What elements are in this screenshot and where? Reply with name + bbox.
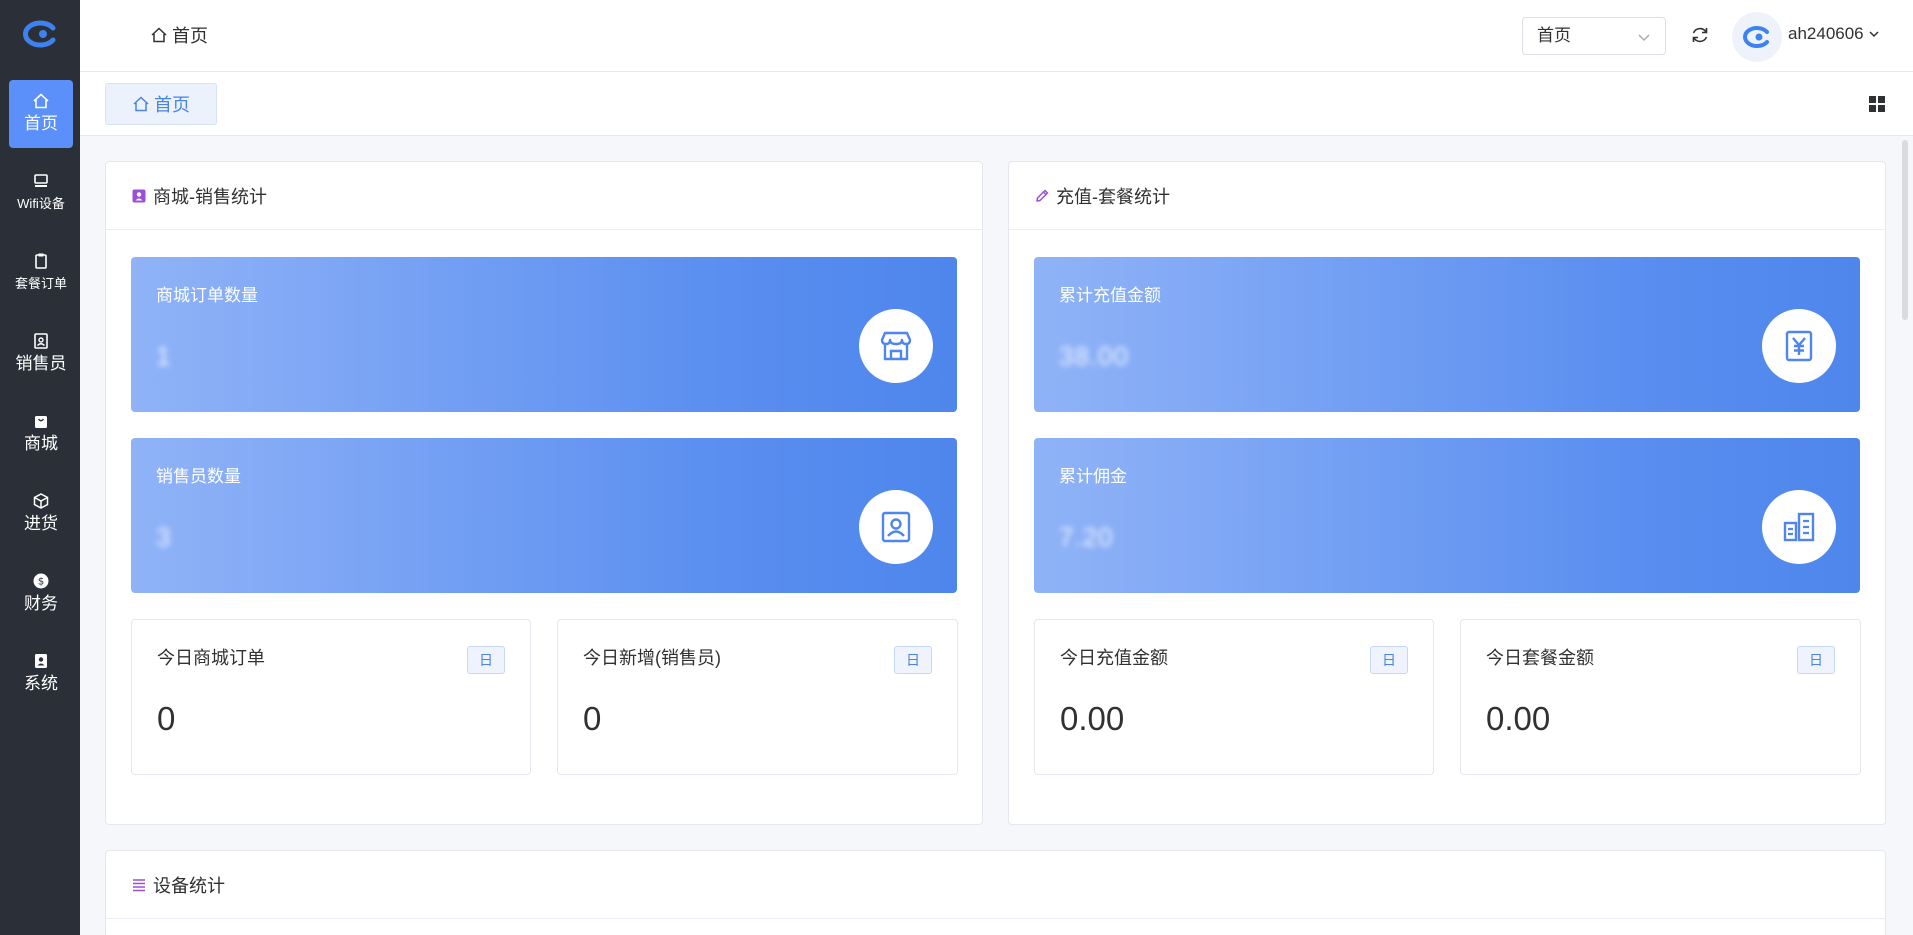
clipboard-icon	[35, 253, 47, 269]
sidebar-item-label: Wifi设备	[17, 196, 65, 211]
sidebar-item-label: 系统	[24, 674, 58, 693]
sidebar: 首页 Wifi设备 套餐订单 销售员 商城 进货 $ 财务 系统	[0, 0, 80, 935]
home-icon	[133, 96, 149, 112]
card-icon-circle	[1762, 490, 1836, 564]
sidebar-item-label: 套餐订单	[14, 276, 67, 291]
user-badge-icon	[132, 189, 146, 202]
svg-text:$: $	[38, 577, 44, 588]
coin-icon: $	[33, 573, 49, 589]
page-select-value: 首页	[1537, 26, 1571, 45]
sidebar-item-label: 进货	[24, 514, 58, 533]
stat-value: 0	[583, 700, 602, 737]
box-icon	[33, 493, 49, 509]
sidebar-item-salesperson[interactable]: 销售员	[9, 320, 73, 388]
contact-icon	[881, 511, 911, 543]
top-header: 首页 首页 ah240606	[80, 0, 1913, 72]
pencil-icon	[1036, 189, 1049, 202]
panel-title: 设备统计	[153, 875, 225, 896]
sidebar-item-label: 商城	[24, 434, 58, 453]
day-badge: 日	[1797, 646, 1835, 674]
stat-today-recharge-amount: 今日充值金额 日 0.00	[1034, 619, 1434, 775]
user-menu[interactable]: ah240606	[1788, 24, 1880, 44]
panel-header: 设备统计	[106, 851, 1885, 919]
card-title: 销售员数量	[156, 467, 241, 486]
breadcrumb-label: 首页	[172, 26, 208, 46]
stat-title: 今日商城订单	[157, 648, 265, 668]
sidebar-item-wifi-devices[interactable]: Wifi设备	[9, 160, 73, 228]
username: ah240606	[1788, 24, 1864, 43]
sidebar-item-label: 财务	[24, 594, 58, 613]
day-badge: 日	[894, 646, 932, 674]
card-value: 7.20	[1059, 522, 1114, 552]
card-value: 38.00	[1059, 341, 1130, 371]
monitor-icon	[34, 174, 48, 187]
sidebar-item-home[interactable]: 首页	[9, 80, 73, 148]
stat-card-salesperson-count: 销售员数量 3	[131, 438, 957, 593]
sidebar-item-label: 销售员	[15, 354, 67, 373]
sidebar-item-finance[interactable]: $ 财务	[9, 560, 73, 628]
stat-today-package-amount: 今日套餐金额 日 0.00	[1460, 619, 1861, 775]
stat-value: 0.00	[1486, 700, 1551, 737]
sidebar-item-label: 首页	[24, 114, 58, 133]
card-value: 1	[156, 341, 172, 371]
card-icon-circle	[859, 309, 933, 383]
tab-home[interactable]: 首页	[105, 83, 217, 125]
device-stats-panel: 设备统计	[105, 850, 1886, 935]
stat-value: 0.00	[1060, 700, 1125, 737]
store-icon	[880, 331, 912, 361]
card-title: 累计充值金额	[1059, 286, 1161, 305]
bag-icon	[35, 416, 47, 428]
stat-today-new-salesperson: 今日新增(销售员) 日 0	[557, 619, 958, 775]
list-icon	[133, 878, 145, 891]
home-icon	[151, 27, 167, 43]
stat-title: 今日充值金额	[1060, 648, 1168, 668]
refresh-icon[interactable]	[1689, 24, 1711, 46]
stat-title: 今日套餐金额	[1486, 648, 1594, 668]
chevron-down-icon	[1869, 31, 1879, 38]
stat-card-mall-orders: 商城订单数量 1	[131, 257, 957, 412]
sidebar-item-mall[interactable]: 商城	[9, 400, 73, 468]
page-select[interactable]: 首页	[1522, 17, 1666, 55]
grid-icon[interactable]	[1868, 95, 1886, 113]
card-title: 商城订单数量	[156, 286, 258, 305]
logo-icon	[22, 20, 56, 48]
card-title: 累计佣金	[1059, 467, 1127, 486]
sidebar-item-purchase[interactable]: 进货	[9, 480, 73, 548]
card-value: 3	[156, 522, 172, 552]
stat-value: 0	[157, 700, 176, 737]
mall-sales-panel: 商城-销售统计 商城订单数量 1 销售员数量 3 今日商城订单 日 0 今日新增…	[105, 161, 983, 825]
panel-header: 充值-套餐统计	[1009, 162, 1885, 230]
tab-label: 首页	[154, 95, 190, 115]
panel-title: 充值-套餐统计	[1056, 186, 1170, 207]
stat-card-total-recharge: 累计充值金额 38.00	[1034, 257, 1860, 412]
sidebar-item-system[interactable]: 系统	[9, 640, 73, 708]
breadcrumb[interactable]: 首页	[150, 22, 208, 48]
home-icon	[33, 93, 49, 109]
day-badge: 日	[1370, 646, 1408, 674]
panel-title: 商城-销售统计	[153, 186, 267, 207]
day-badge: 日	[467, 646, 505, 674]
sidebar-item-package-orders[interactable]: 套餐订单	[9, 240, 73, 308]
recharge-package-panel: 充值-套餐统计 累计充值金额 38.00 累计佣金 7.20 今日充值金额 日 …	[1008, 161, 1886, 825]
scrollbar-thumb[interactable]	[1902, 140, 1908, 320]
stat-card-total-commission: 累计佣金 7.20	[1034, 438, 1860, 593]
stat-today-mall-orders: 今日商城订单 日 0	[131, 619, 531, 775]
card-icon-circle	[1762, 309, 1836, 383]
building-icon	[1783, 512, 1815, 542]
stat-title: 今日新增(销售员)	[583, 648, 721, 668]
panel-header: 商城-销售统计	[106, 162, 982, 230]
chevron-down-icon	[1638, 34, 1650, 42]
tabs-bar: 首页	[80, 72, 1913, 136]
avatar[interactable]	[1732, 12, 1782, 62]
logo-icon	[1743, 26, 1769, 48]
card-icon-circle	[859, 490, 933, 564]
id-card-icon	[34, 333, 48, 349]
yen-icon	[1785, 330, 1813, 362]
user-badge-icon	[35, 654, 47, 668]
